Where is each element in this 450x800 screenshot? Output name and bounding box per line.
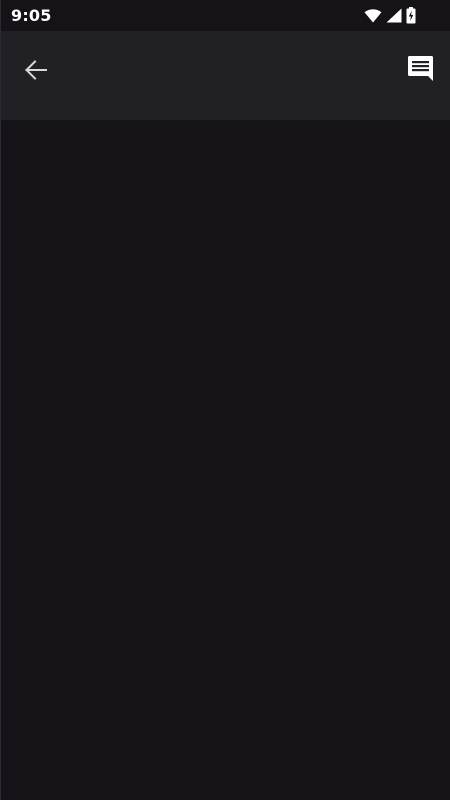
battery-charging-icon [406, 7, 416, 24]
status-bar: 9:05 [1, 0, 450, 31]
status-time: 9:05 [11, 6, 52, 25]
main-content [1, 120, 450, 800]
app-screen: 9:05 [0, 0, 450, 800]
chat-message-icon [407, 55, 434, 87]
back-button[interactable] [18, 54, 54, 90]
status-icons [364, 7, 416, 24]
chat-button[interactable] [402, 53, 438, 89]
top-app-bar [1, 31, 450, 120]
wifi-icon [364, 8, 382, 23]
arrow-back-icon [24, 58, 48, 87]
cellular-signal-icon [386, 8, 402, 23]
